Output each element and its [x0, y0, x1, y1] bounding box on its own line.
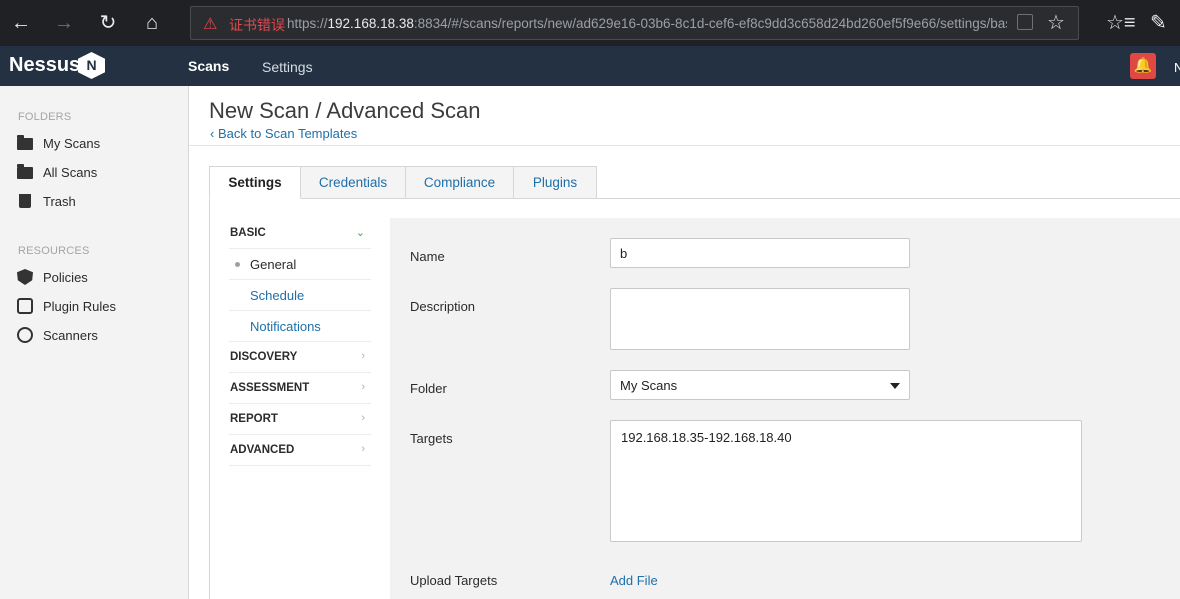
- cert-error-label[interactable]: 证书错误: [229, 15, 285, 35]
- nav-assessment[interactable]: ASSESSMENT ›: [229, 373, 371, 404]
- warning-icon[interactable]: ⚠: [203, 14, 217, 34]
- folder-label: Folder: [410, 381, 447, 396]
- sidebar-item-all-scans[interactable]: All Scans: [17, 161, 97, 183]
- folder-icon: [17, 135, 33, 150]
- nav-notifications-label: Notifications: [250, 319, 321, 334]
- tab-divider: [596, 198, 1180, 199]
- url-host: 192.168.18.38: [327, 16, 414, 31]
- nav-notifications[interactable]: Notifications: [229, 311, 371, 342]
- add-file-link[interactable]: Add File: [610, 573, 658, 588]
- tab-credentials[interactable]: Credentials: [300, 166, 406, 199]
- nav-schedule[interactable]: Schedule: [229, 280, 371, 311]
- home-icon[interactable]: ⌂: [137, 8, 167, 38]
- tab-plugins[interactable]: Plugins: [513, 166, 597, 199]
- nav-basic[interactable]: BASIC ⌄: [229, 218, 371, 249]
- radar-icon: [17, 327, 33, 343]
- nav-advanced-label: ADVANCED: [230, 444, 295, 456]
- page-title: New Scan / Advanced Scan: [209, 98, 481, 123]
- chevron-left-icon: ‹: [210, 126, 215, 141]
- nav-assessment-label: ASSESSMENT: [230, 382, 310, 394]
- nav-report[interactable]: REPORT ›: [229, 404, 371, 435]
- back-link-label: Back to Scan Templates: [217, 126, 358, 141]
- general-form: Name Description Folder My Scans Targets…: [390, 218, 1180, 599]
- chevron-right-icon: ›: [361, 381, 365, 393]
- sidebar-item-label: Policies: [43, 269, 88, 285]
- forward-icon[interactable]: →: [49, 8, 79, 38]
- folder-select[interactable]: My Scans: [610, 370, 910, 400]
- targets-label: Targets: [410, 431, 453, 446]
- sidebar-item-trash[interactable]: Trash: [17, 190, 76, 212]
- nav-advanced[interactable]: ADVANCED ›: [229, 435, 371, 466]
- nav-scans[interactable]: Scans: [188, 58, 229, 74]
- nav-settings[interactable]: Settings: [262, 59, 313, 75]
- reader-icon[interactable]: [1017, 14, 1033, 30]
- title-divider: [189, 145, 1180, 146]
- bell-icon[interactable]: 🔔: [1130, 53, 1156, 79]
- url-text[interactable]: https://192.168.18.38:8834/#/scans/repor…: [287, 16, 1007, 31]
- address-bar[interactable]: ⚠ 证书错误 https://192.168.18.38:8834/#/scan…: [190, 6, 1079, 40]
- refresh-icon[interactable]: ↻: [93, 8, 123, 38]
- back-icon[interactable]: ←: [6, 8, 36, 38]
- nav-report-label: REPORT: [230, 413, 278, 425]
- sidebar-item-label: Scanners: [43, 327, 98, 343]
- resources-label: RESOURCES: [18, 245, 90, 257]
- tab-settings[interactable]: Settings: [209, 166, 301, 199]
- folder-icon: [17, 164, 33, 179]
- url-prefix: https://: [287, 16, 328, 31]
- sidebar-item-policies[interactable]: Policies: [17, 266, 88, 288]
- nav-schedule-label: Schedule: [250, 288, 305, 303]
- description-input[interactable]: [610, 288, 910, 350]
- sidebar-item-label: My Scans: [43, 135, 101, 151]
- plugin-icon: [17, 298, 33, 314]
- favorites-icon[interactable]: ☆≡: [1106, 10, 1136, 35]
- logo[interactable]: Nessus: [9, 54, 80, 77]
- sidebar-item-label: Trash: [43, 193, 76, 209]
- nav-general-label: General: [250, 257, 297, 272]
- sidebar-item-plugin-rules[interactable]: Plugin Rules: [17, 295, 116, 317]
- pen-icon[interactable]: ✎: [1150, 10, 1167, 35]
- name-input[interactable]: [610, 238, 910, 268]
- active-dot-icon: [235, 262, 240, 267]
- url-path: :8834/#/scans/reports/new/ad629e16-03b6-…: [413, 16, 1007, 31]
- folders-label: FOLDERS: [18, 111, 72, 123]
- targets-input[interactable]: 192.168.18.35-192.168.18.40: [610, 420, 1082, 542]
- user-menu[interactable]: N: [1174, 60, 1180, 75]
- chevron-right-icon: ›: [361, 350, 365, 362]
- nav-discovery[interactable]: DISCOVERY ›: [229, 342, 371, 373]
- browser-toolbar: ← → ↻ ⌂ ⚠ 证书错误 https://192.168.18.38:883…: [0, 0, 1180, 46]
- folder-select-value: My Scans: [620, 378, 678, 393]
- nav-general[interactable]: General: [229, 249, 371, 280]
- caret-down-icon: [890, 383, 900, 389]
- sidebar-item-my-scans[interactable]: My Scans: [17, 132, 100, 154]
- chevron-right-icon: ›: [361, 412, 365, 424]
- sidebar-item-label: Plugin Rules: [43, 298, 116, 314]
- chevron-right-icon: ›: [361, 443, 365, 455]
- sidebar-item-label: All Scans: [43, 164, 98, 180]
- logo-badge-icon: N: [78, 52, 105, 79]
- name-label: Name: [410, 249, 445, 264]
- chevron-down-icon: ⌄: [355, 227, 365, 239]
- tab-compliance[interactable]: Compliance: [405, 166, 514, 199]
- upload-targets-label: Upload Targets: [410, 573, 498, 588]
- nav-discovery-label: DISCOVERY: [230, 351, 298, 363]
- back-to-templates-link[interactable]: ‹ Back to Scan Templates: [210, 126, 357, 141]
- sidebar-item-scanners[interactable]: Scanners: [17, 324, 98, 346]
- star-icon[interactable]: ☆: [1047, 10, 1065, 35]
- shield-icon: [17, 269, 33, 285]
- app-header: Nessus N Scans Settings 🔔 N: [0, 46, 1180, 86]
- description-label: Description: [410, 299, 476, 314]
- trash-icon: [19, 194, 31, 208]
- nav-basic-label: BASIC: [230, 227, 266, 239]
- sidebar: FOLDERS My Scans All Scans Trash RESOURC…: [0, 86, 189, 599]
